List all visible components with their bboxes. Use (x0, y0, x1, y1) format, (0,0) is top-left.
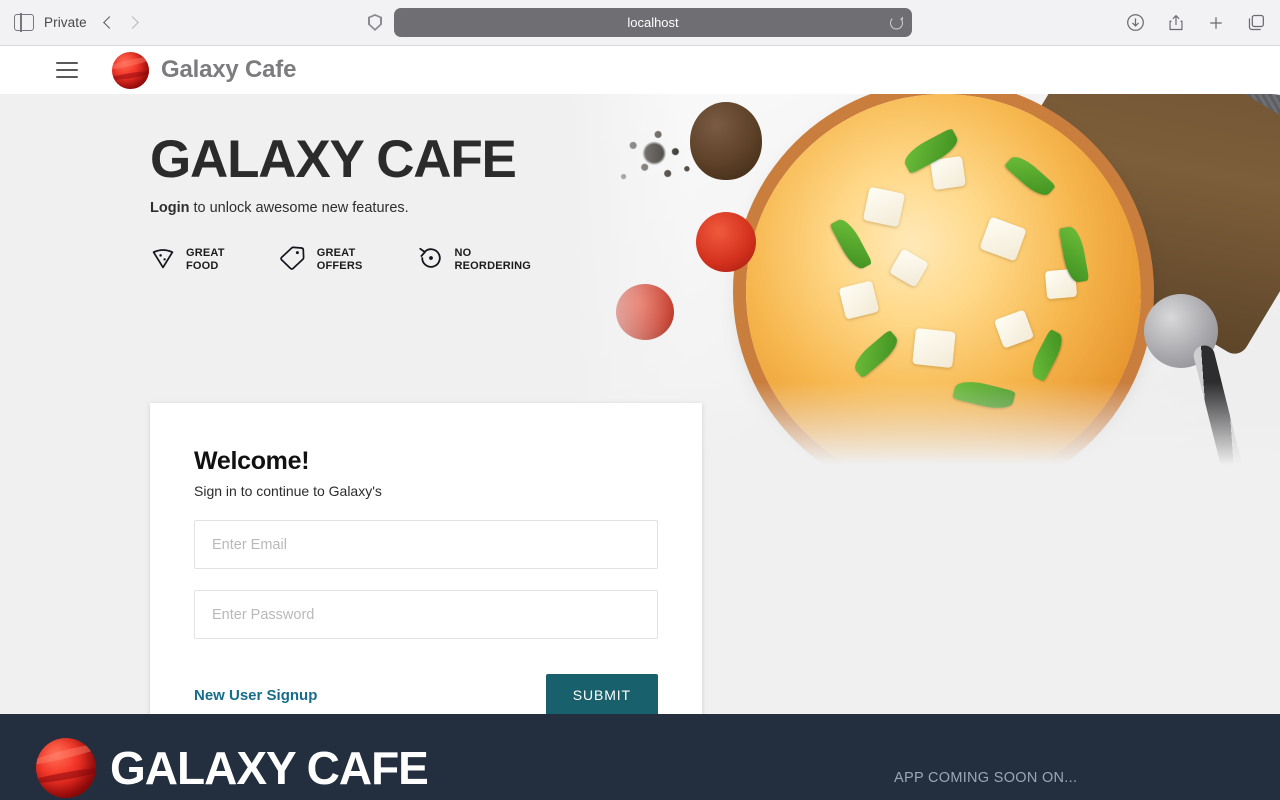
pizza-slice-icon (150, 245, 176, 276)
price-tag-icon (279, 245, 307, 276)
hero-subtitle-bold: Login (150, 199, 190, 216)
downloads-icon[interactable] (1126, 13, 1145, 32)
feature-line2: FOOD (186, 260, 219, 273)
hero-subtitle: Login to unlock awesome new features. (150, 200, 1280, 216)
hero-content: GALAXY CAFE Login to unlock awesome new … (0, 94, 1280, 277)
page-title: GALAXY CAFE (150, 130, 517, 189)
feature-line1: NO (454, 246, 472, 259)
site-header: Galaxy Cafe (0, 46, 1280, 94)
private-browsing-label: Private (44, 15, 87, 30)
reorder-arrow-icon (417, 244, 445, 277)
password-field[interactable] (194, 590, 658, 639)
toolbar-right-group (1126, 13, 1266, 32)
brand-logo-group[interactable]: Galaxy Cafe (112, 51, 297, 89)
login-actions: New User Signup SUBMIT (194, 674, 658, 714)
submit-button[interactable]: SUBMIT (545, 674, 658, 714)
share-icon[interactable] (1167, 13, 1185, 32)
address-bar-group: localhost (368, 8, 912, 37)
toolbar-left-group: Private (14, 13, 139, 32)
feature-label: NO REORDERING (455, 247, 532, 274)
address-bar[interactable]: localhost (394, 8, 912, 37)
email-field[interactable] (194, 520, 658, 569)
feature-great-food: GREAT FOOD (150, 244, 225, 277)
navigation-arrows (102, 16, 139, 29)
feature-line1: GREAT (316, 246, 356, 259)
plus-icon[interactable] (1207, 14, 1225, 32)
feature-label: GREAT OFFERS (317, 247, 363, 274)
login-subheading: Sign in to continue to Galaxy's (194, 483, 382, 499)
brand-name: Galaxy Cafe (161, 56, 297, 83)
footer-brand-name: GALAXY CAFE (110, 742, 429, 794)
planet-logo-icon (112, 51, 149, 89)
privacy-shield-icon[interactable] (368, 14, 382, 31)
browser-toolbar: Private localhost (0, 0, 1280, 46)
chevron-left-icon[interactable] (102, 16, 116, 29)
address-text: localhost (627, 15, 679, 30)
feature-no-reordering: NO REORDERING (417, 244, 532, 277)
feature-line1: GREAT (186, 246, 225, 259)
chevron-right-icon[interactable] (125, 16, 139, 29)
app-download-section: APP COMING SOON ON... (894, 770, 1180, 800)
app-coming-soon-label: APP COMING SOON ON... (894, 770, 1078, 786)
reload-icon[interactable] (890, 16, 903, 29)
hero-subtitle-rest: to unlock awesome new features. (189, 199, 409, 216)
tab-overview-icon[interactable] (1247, 13, 1266, 32)
new-user-signup-link[interactable]: New User Signup (194, 687, 317, 704)
hero-section: GALAXY CAFE Login to unlock awesome new … (0, 94, 1280, 714)
site-footer: GALAXY CAFE APP COMING SOON ON... (0, 714, 1280, 800)
footer-brand-group: GALAXY CAFE (36, 738, 429, 798)
hamburger-icon[interactable] (56, 62, 78, 78)
feature-label: GREAT FOOD (186, 247, 225, 274)
feature-line2: OFFERS (316, 260, 363, 273)
sidebar-icon[interactable] (14, 13, 34, 32)
login-card: Welcome! Sign in to continue to Galaxy's… (150, 403, 702, 714)
feature-list: GREAT FOOD GREAT OFFERS NO REORDERING (150, 244, 1280, 277)
planet-logo-icon (36, 738, 96, 798)
feature-line2: REORDERING (454, 260, 532, 273)
login-heading: Welcome! (194, 447, 310, 475)
feature-great-offers: GREAT OFFERS (279, 244, 363, 277)
